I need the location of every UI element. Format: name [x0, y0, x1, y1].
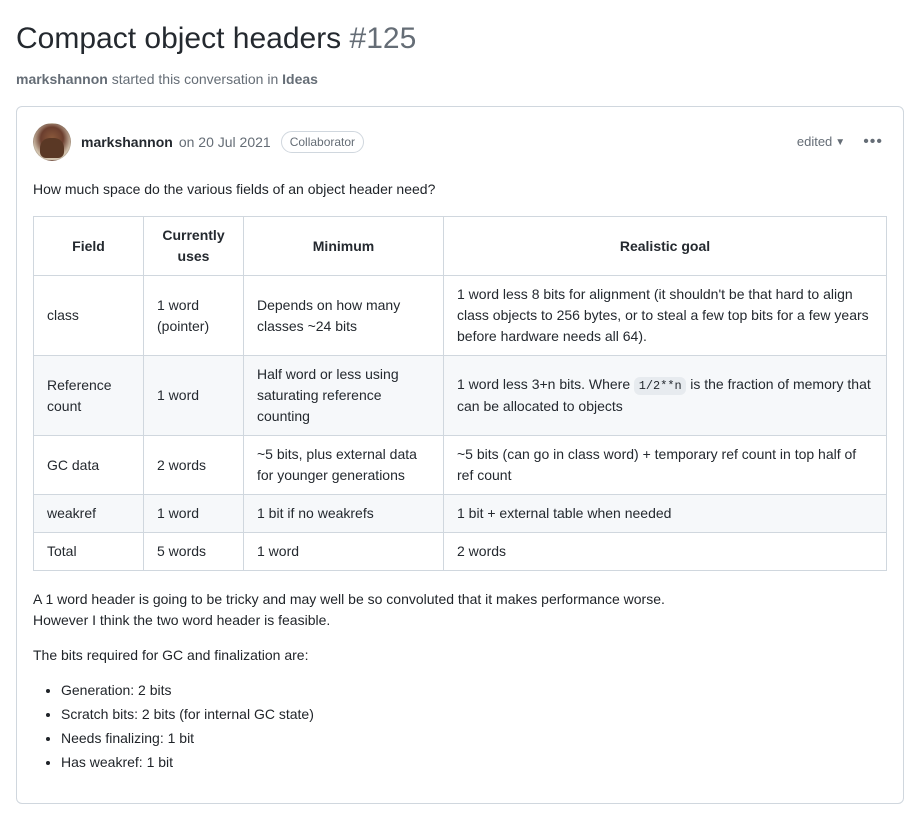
table-row: Total 5 words 1 word 2 words — [34, 533, 887, 571]
meta-started-text: started this conversation in — [108, 71, 282, 87]
list-item: Scratch bits: 2 bits (for internal GC st… — [61, 704, 887, 725]
issue-number: #125 — [350, 22, 417, 55]
th-currently: Currently uses — [144, 217, 244, 276]
kebab-icon[interactable]: ••• — [859, 128, 887, 156]
role-badge: Collaborator — [281, 131, 364, 153]
bullet-list: Generation: 2 bits Scratch bits: 2 bits … — [33, 680, 887, 773]
th-minimum: Minimum — [244, 217, 444, 276]
paragraph: A 1 word header is going to be tricky an… — [33, 589, 887, 631]
comment-container: markshannon on 20 Jul 2021 Collaborator … — [16, 106, 904, 804]
header-fields-table: Field Currently uses Minimum Realistic g… — [33, 216, 887, 571]
meta-author[interactable]: markshannon — [16, 71, 108, 87]
table-row: GC data 2 words ~5 bits, plus external d… — [34, 436, 887, 495]
comment-header: markshannon on 20 Jul 2021 Collaborator … — [33, 123, 887, 161]
th-field: Field — [34, 217, 144, 276]
meta-category[interactable]: Ideas — [282, 71, 318, 87]
th-goal: Realistic goal — [444, 217, 887, 276]
edited-dropdown[interactable]: edited ▼ — [797, 132, 845, 152]
intro-paragraph: How much space do the various fields of … — [33, 179, 887, 200]
caret-down-icon: ▼ — [835, 135, 845, 150]
page-title: Compact object headers #125 — [16, 16, 904, 61]
list-item: Generation: 2 bits — [61, 680, 887, 701]
table-row: weakref 1 word 1 bit if no weakrefs 1 bi… — [34, 495, 887, 533]
paragraph: The bits required for GC and finalizatio… — [33, 645, 887, 666]
title-text: Compact object headers — [16, 22, 341, 55]
list-item: Has weakref: 1 bit — [61, 752, 887, 773]
avatar[interactable] — [33, 123, 71, 161]
inline-code: 1/2**n — [634, 377, 686, 395]
table-row: Reference count 1 word Half word or less… — [34, 356, 887, 436]
comment-timestamp[interactable]: on 20 Jul 2021 — [179, 132, 271, 153]
table-row: class 1 word (pointer) Depends on how ma… — [34, 276, 887, 356]
list-item: Needs finalizing: 1 bit — [61, 728, 887, 749]
comment-author[interactable]: markshannon — [81, 132, 173, 153]
conversation-meta: markshannon started this conversation in… — [16, 69, 904, 90]
